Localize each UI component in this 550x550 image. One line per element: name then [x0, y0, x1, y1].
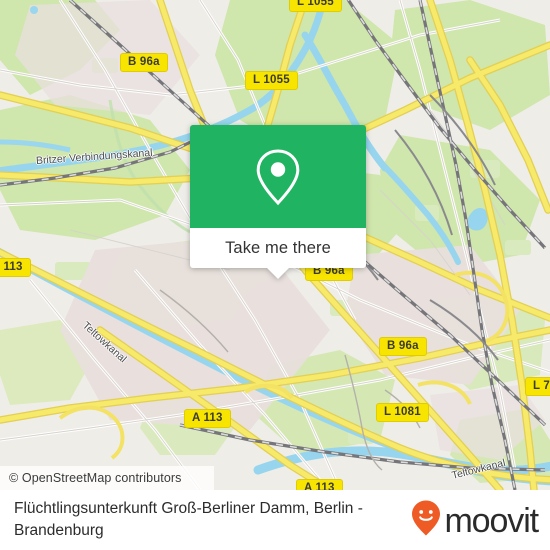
moovit-pin-icon — [411, 499, 441, 542]
popup-icon-panel — [190, 125, 366, 228]
location-popup-card[interactable]: Take me there — [190, 125, 366, 279]
road-shield[interactable]: L 1081 — [376, 403, 429, 422]
road-shield[interactable]: L 7 — [525, 377, 550, 396]
osm-attribution-text: © OpenStreetMap contributors — [9, 471, 182, 485]
popup-action-bar[interactable]: Take me there — [190, 228, 366, 268]
map-canvas[interactable]: L 1055 B 96a L 1055 A 113 B 96a B 96a L … — [0, 0, 550, 490]
moovit-wordmark: moovit — [444, 502, 539, 540]
road-shield[interactable]: A 113 — [0, 258, 31, 277]
bottom-info-bar: Flüchtlingsunterkunft Groß-Berliner Damm… — [0, 490, 550, 550]
road-shield[interactable]: B 96a — [120, 53, 168, 72]
map-screenshot: L 1055 B 96a L 1055 A 113 B 96a B 96a L … — [0, 0, 550, 550]
road-shield[interactable]: L 1055 — [289, 0, 342, 12]
road-shield[interactable]: L 1055 — [245, 71, 298, 90]
road-shield[interactable]: A 113 — [184, 409, 231, 428]
place-title: Flüchtlingsunterkunft Groß-Berliner Damm… — [14, 500, 363, 539]
take-me-there-label: Take me there — [225, 238, 331, 257]
road-shield[interactable]: B 96a — [379, 337, 427, 356]
map-pin-icon — [255, 148, 301, 206]
popup-pointer — [267, 268, 289, 279]
osm-attribution[interactable]: © OpenStreetMap contributors — [0, 466, 214, 490]
moovit-logo[interactable]: moovit — [411, 499, 539, 542]
road-shield[interactable]: A 113 — [296, 479, 343, 490]
